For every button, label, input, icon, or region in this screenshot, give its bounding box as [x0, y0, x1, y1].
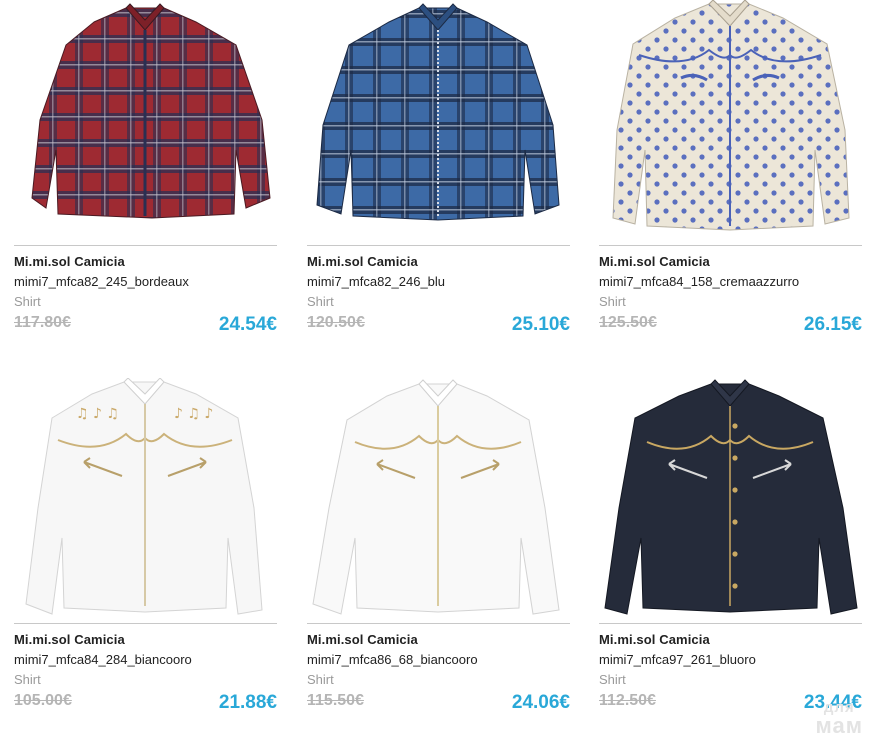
- card-divider: [307, 245, 570, 246]
- product-category: Shirt: [307, 294, 334, 309]
- card-divider: [599, 623, 862, 624]
- product-card[interactable]: Mi.mi.sol Camicia mimi7_mfca84_158_crema…: [599, 0, 862, 360]
- product-card[interactable]: Mi.mi.sol Camicia mimi7_mfca82_245_borde…: [14, 0, 277, 360]
- product-old-price: 105.00€: [14, 692, 72, 709]
- product-old-price: 115.50€: [307, 692, 364, 709]
- product-brand[interactable]: Mi.mi.sol Camicia: [599, 254, 710, 269]
- product-sku[interactable]: mimi7_mfca97_261_bluoro: [599, 652, 756, 667]
- product-brand[interactable]: Mi.mi.sol Camicia: [307, 632, 418, 647]
- product-brand[interactable]: Mi.mi.sol Camicia: [14, 254, 125, 269]
- svg-text:♫ ♪ ♫: ♫ ♪ ♫: [76, 406, 119, 422]
- card-divider: [14, 623, 277, 624]
- product-sku[interactable]: mimi7_mfca86_68_biancooro: [307, 652, 478, 667]
- product-old-price: 112.50€: [599, 692, 656, 709]
- product-image-white-music-note-shirt[interactable]: ♫ ♪ ♫ ♪ ♫ ♪: [14, 378, 277, 618]
- product-old-price: 125.50€: [599, 314, 657, 331]
- product-category: Shirt: [14, 672, 41, 687]
- product-category: Shirt: [14, 294, 41, 309]
- product-price: 25.10€: [511, 314, 570, 335]
- card-divider: [599, 245, 862, 246]
- product-category: Shirt: [307, 672, 334, 687]
- product-sku[interactable]: mimi7_mfca84_158_cremaazzurro: [599, 274, 799, 289]
- product-grid: Mi.mi.sol Camicia mimi7_mfca82_245_borde…: [0, 0, 879, 743]
- product-price: 24.54€: [218, 314, 277, 335]
- product-price: 24.06€: [511, 692, 570, 713]
- product-card[interactable]: Mi.mi.sol Camicia mimi7_mfca82_246_blu S…: [307, 0, 570, 360]
- product-price: 26.15€: [803, 314, 862, 335]
- product-price: 21.88€: [218, 692, 277, 713]
- product-old-price: 117.80€: [14, 314, 71, 331]
- card-divider: [307, 623, 570, 624]
- watermark-line-2: мам: [815, 713, 863, 738]
- product-sku[interactable]: mimi7_mfca82_245_bordeaux: [14, 274, 189, 289]
- product-image-blue-plaid-shirt[interactable]: [307, 0, 570, 240]
- product-old-price: 120.50€: [307, 314, 365, 331]
- product-card[interactable]: Mi.mi.sol Camicia mimi7_mfca97_261_bluor…: [599, 378, 862, 738]
- product-image-red-plaid-shirt[interactable]: [14, 0, 277, 240]
- product-image-white-western-shirt[interactable]: [307, 378, 570, 618]
- product-image-denim-western-shirt[interactable]: [599, 378, 862, 618]
- svg-text:♪ ♫ ♪: ♪ ♫ ♪: [174, 406, 213, 422]
- product-brand[interactable]: Mi.mi.sol Camicia: [599, 632, 710, 647]
- product-brand[interactable]: Mi.mi.sol Camicia: [307, 254, 418, 269]
- watermark-logo: для мам: [816, 700, 864, 737]
- product-sku[interactable]: mimi7_mfca82_246_blu: [307, 274, 445, 289]
- product-sku[interactable]: mimi7_mfca84_284_biancooro: [14, 652, 192, 667]
- card-divider: [14, 245, 277, 246]
- product-category: Shirt: [599, 672, 626, 687]
- product-brand[interactable]: Mi.mi.sol Camicia: [14, 632, 125, 647]
- product-card[interactable]: ♫ ♪ ♫ ♪ ♫ ♪ Mi.mi.sol Camicia mimi7_mfca…: [14, 378, 277, 738]
- product-category: Shirt: [599, 294, 626, 309]
- product-image-cream-polka-dot-shirt[interactable]: [599, 0, 862, 240]
- product-card[interactable]: Mi.mi.sol Camicia mimi7_mfca86_68_bianco…: [307, 378, 570, 738]
